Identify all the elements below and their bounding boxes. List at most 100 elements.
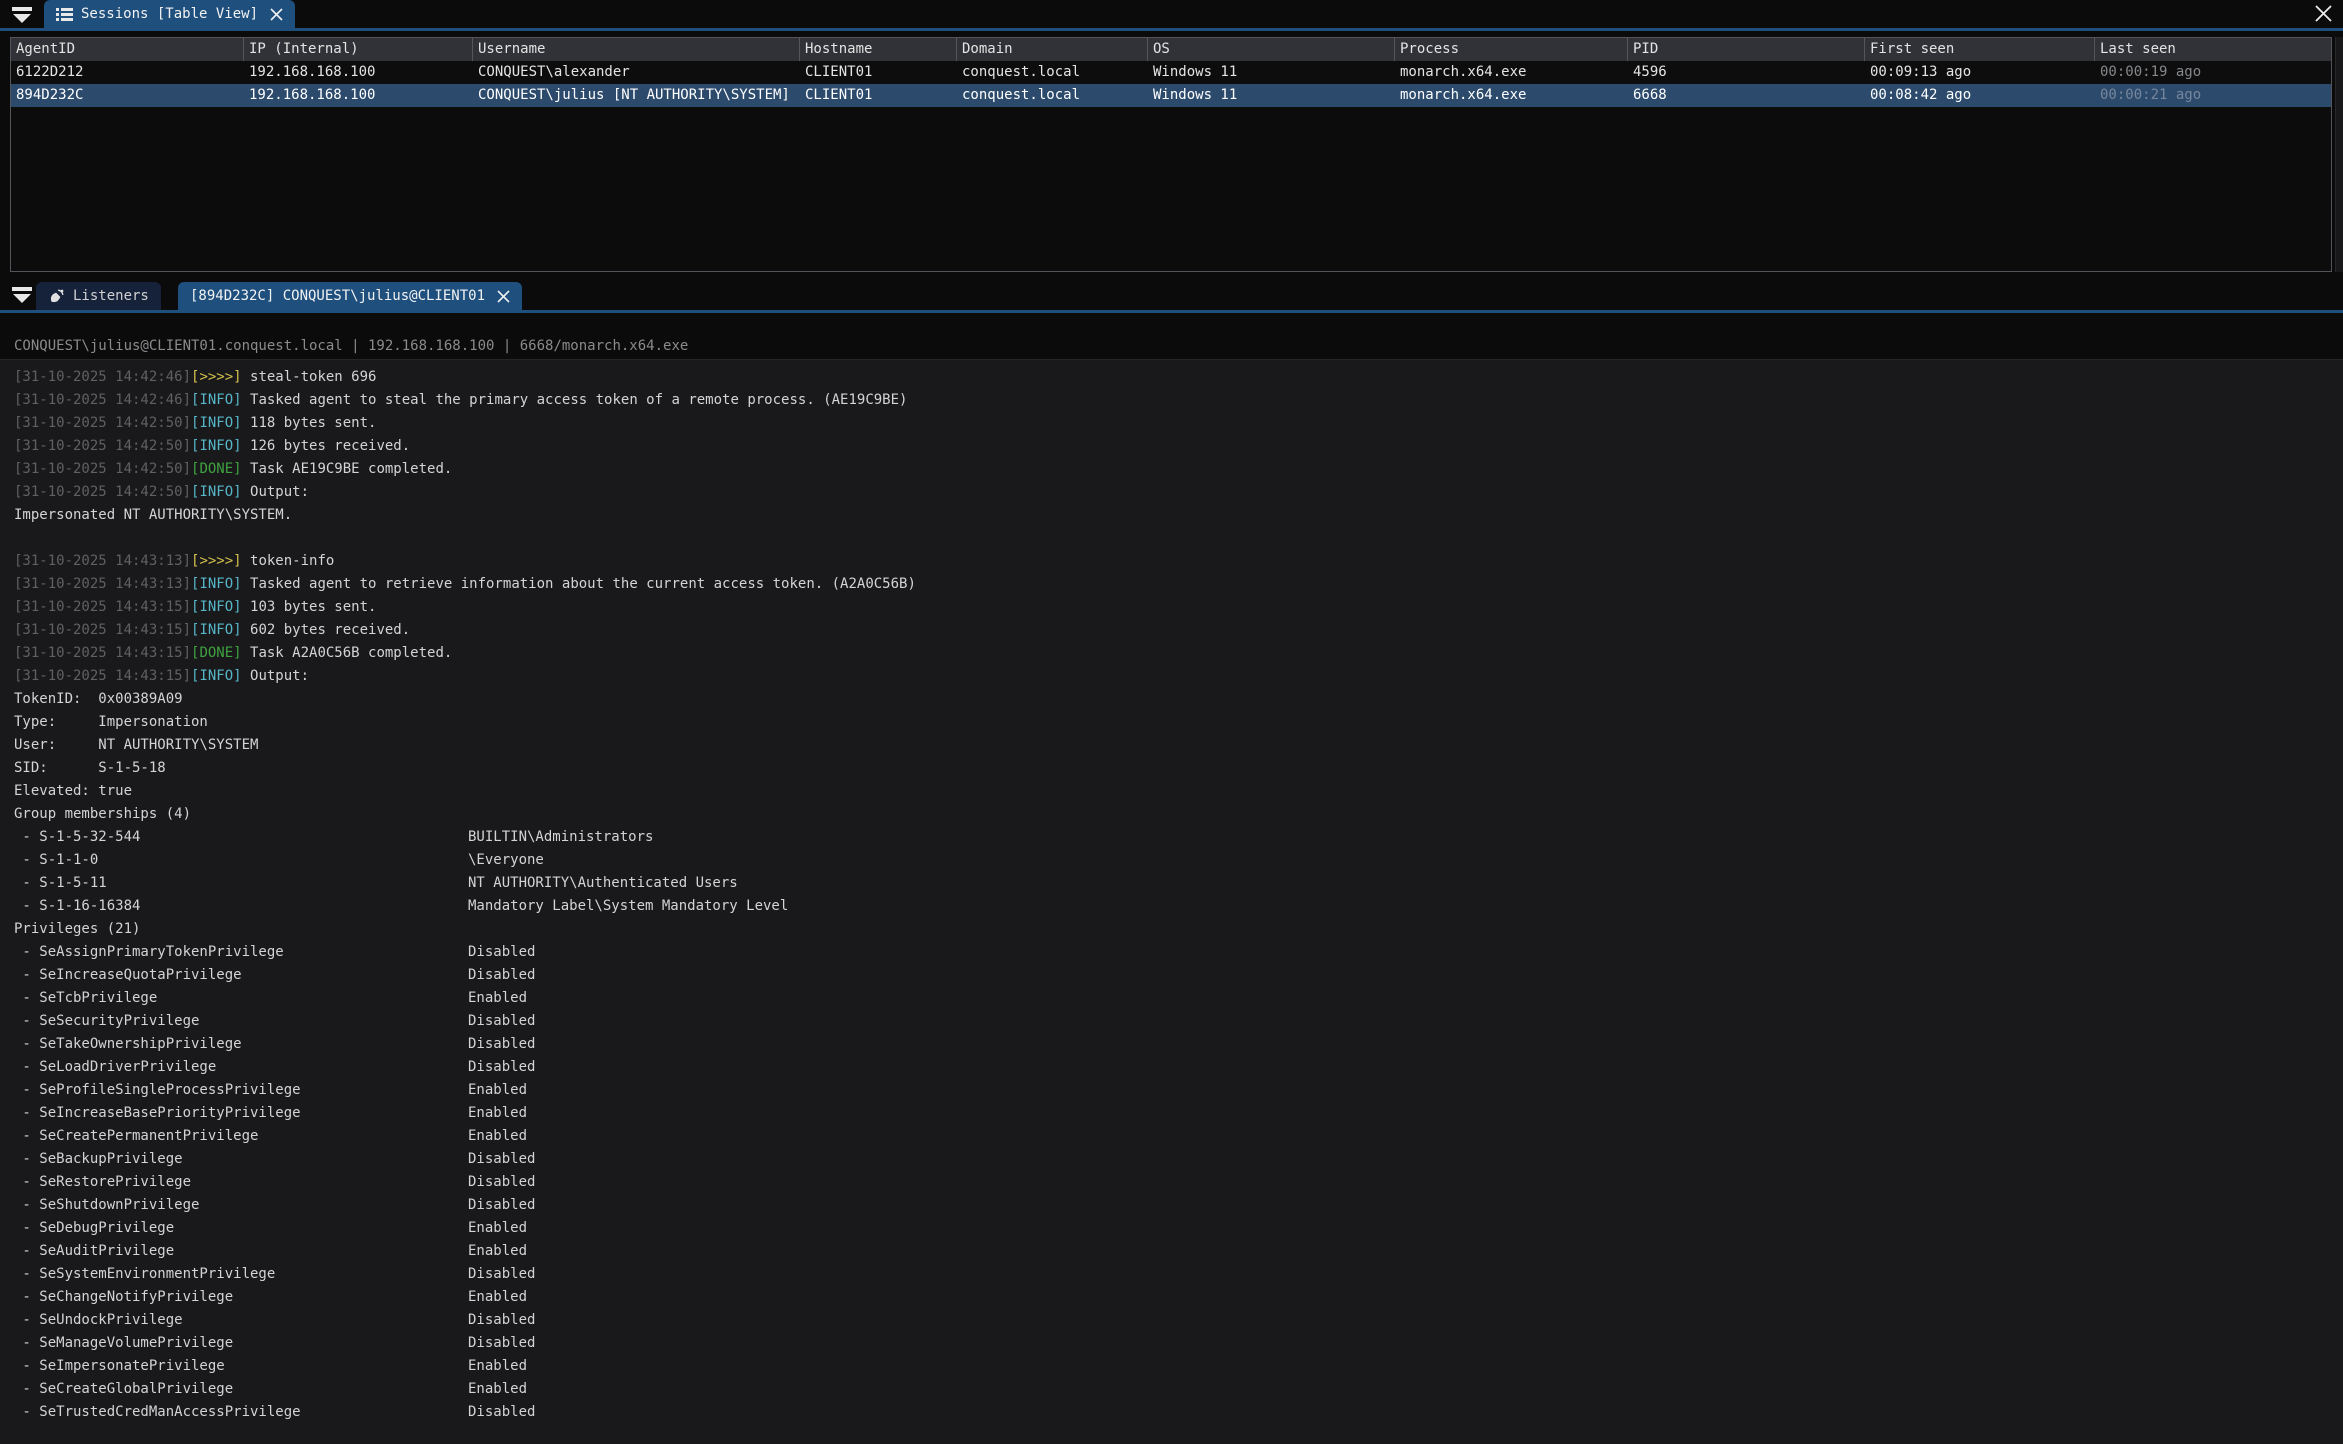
header-cell: Hostname <box>800 38 957 61</box>
console-line: Group memberships (4) <box>14 803 2333 826</box>
table-cell: monarch.x64.exe <box>1395 61 1628 84</box>
table-cell: 4596 <box>1628 61 1865 84</box>
console-line: - SeProfileSingleProcessPrivilegeEnabled <box>14 1079 2333 1102</box>
console-line: [31-10-2025 14:42:46][>>>>] steal-token … <box>14 366 2333 389</box>
table-cell: conquest.local <box>957 84 1148 107</box>
sessions-table: AgentIDIP (Internal)UsernameHostnameDoma… <box>10 37 2332 272</box>
console-line: - SeIncreaseQuotaPrivilegeDisabled <box>14 964 2333 987</box>
tab-session-console[interactable]: [894D232C] CONQUEST\julius@CLIENT01 <box>178 282 522 310</box>
sessions-tabbar: Sessions [Table View] <box>0 0 2343 28</box>
console-line: Elevated: true <box>14 780 2333 803</box>
console-line: [31-10-2025 14:43:15][DONE] Task A2A0C56… <box>14 642 2333 665</box>
header-cell: PID <box>1628 38 1865 61</box>
table-cell: 6668 <box>1628 84 1865 107</box>
console-line: [31-10-2025 14:43:15][INFO] Output: <box>14 665 2333 688</box>
table-cell: 894D232C <box>11 84 244 107</box>
console-line: User: NT AUTHORITY\SYSTEM <box>14 734 2333 757</box>
table-scrollbar[interactable] <box>2335 37 2343 272</box>
header-cell: Process <box>1395 38 1628 61</box>
console-line: - SeTcbPrivilegeEnabled <box>14 987 2333 1010</box>
console-line: TokenID: 0x00389A09 <box>14 688 2333 711</box>
table-cell: 00:09:13 ago <box>1865 61 2095 84</box>
satellite-icon <box>48 288 65 305</box>
console-line: - SeLoadDriverPrivilegeDisabled <box>14 1056 2333 1079</box>
console-line: - S-1-1-0\Everyone <box>14 849 2333 872</box>
header-cell: Domain <box>957 38 1148 61</box>
tab-close-icon[interactable] <box>270 8 283 21</box>
console-line: [31-10-2025 14:42:50][INFO] 118 bytes se… <box>14 412 2333 435</box>
console-line: - SeChangeNotifyPrivilegeEnabled <box>14 1286 2333 1309</box>
table-cell: Windows 11 <box>1148 61 1395 84</box>
console-line: - SeRestorePrivilegeDisabled <box>14 1171 2333 1194</box>
tab-close-icon[interactable] <box>497 290 510 303</box>
table-cell: 192.168.168.100 <box>244 84 473 107</box>
filter-funnel-button[interactable] <box>8 4 36 26</box>
tab-listeners[interactable]: Listeners <box>36 282 161 310</box>
console-line: [31-10-2025 14:42:50][INFO] 126 bytes re… <box>14 435 2333 458</box>
tabbar-underline <box>0 28 2343 31</box>
console-tabbar: Listeners [894D232C] CONQUEST\julius@CLI… <box>0 282 2343 310</box>
console-line: - S-1-5-11NT AUTHORITY\Authenticated Use… <box>14 872 2333 895</box>
table-row[interactable]: 894D232C192.168.168.100CONQUEST\julius [… <box>11 84 2331 107</box>
funnel-icon <box>12 287 32 304</box>
console-line: [31-10-2025 14:43:15][INFO] 602 bytes re… <box>14 619 2333 642</box>
console-line: [31-10-2025 14:42:50][DONE] Task AE19C9B… <box>14 458 2333 481</box>
header-cell: First seen <box>1865 38 2095 61</box>
table-cell: monarch.x64.exe <box>1395 84 1628 107</box>
header-cell: OS <box>1148 38 1395 61</box>
console-line: - S-1-16-16384Mandatory Label\System Man… <box>14 895 2333 918</box>
console-line: SID: S-1-5-18 <box>14 757 2333 780</box>
console-line: - SeIncreaseBasePriorityPrivilegeEnabled <box>14 1102 2333 1125</box>
console-line: - SeAssignPrimaryTokenPrivilegeDisabled <box>14 941 2333 964</box>
console-header: CONQUEST\julius@CLIENT01.conquest.local … <box>0 313 2343 360</box>
sessions-table-body: 6122D212192.168.168.100CONQUEST\alexande… <box>11 61 2331 107</box>
console-line: Privileges (21) <box>14 918 2333 941</box>
console-line: - SeSystemEnvironmentPrivilegeDisabled <box>14 1263 2333 1286</box>
console-lines: [31-10-2025 14:42:46][>>>>] steal-token … <box>14 366 2333 1424</box>
table-cell: CLIENT01 <box>800 61 957 84</box>
table-cell: CONQUEST\julius [NT AUTHORITY\SYSTEM] <box>473 84 800 107</box>
console-line: - SeImpersonatePrivilegeEnabled <box>14 1355 2333 1378</box>
console-line: - SeDebugPrivilegeEnabled <box>14 1217 2333 1240</box>
console-line: - SeTakeOwnershipPrivilegeDisabled <box>14 1033 2333 1056</box>
header-cell: Username <box>473 38 800 61</box>
sessions-table-header: AgentIDIP (Internal)UsernameHostnameDoma… <box>11 38 2331 61</box>
table-cell: CLIENT01 <box>800 84 957 107</box>
console-line: - SeUndockPrivilegeDisabled <box>14 1309 2333 1332</box>
table-cell: 00:08:42 ago <box>1865 84 2095 107</box>
table-list-icon <box>56 7 73 22</box>
console-line: - SeCreatePermanentPrivilegeEnabled <box>14 1125 2333 1148</box>
console-line: - SeCreateGlobalPrivilegeEnabled <box>14 1378 2333 1401</box>
console-line: - SeAuditPrivilegeEnabled <box>14 1240 2333 1263</box>
table-cell: 6122D212 <box>11 61 244 84</box>
console-output[interactable]: [31-10-2025 14:42:46][>>>>] steal-token … <box>0 360 2343 1444</box>
console-line: - SeBackupPrivilegeDisabled <box>14 1148 2333 1171</box>
console-line: Type: Impersonation <box>14 711 2333 734</box>
filter-funnel-button-bottom[interactable] <box>8 284 36 306</box>
header-cell: AgentID <box>11 38 244 61</box>
table-header-row: AgentIDIP (Internal)UsernameHostnameDoma… <box>11 38 2331 61</box>
console-line: [31-10-2025 14:43:15][INFO] 103 bytes se… <box>14 596 2333 619</box>
console-line: - SeSecurityPrivilegeDisabled <box>14 1010 2333 1033</box>
window-close-button[interactable] <box>2311 2 2335 24</box>
session-info-line: CONQUEST\julius@CLIENT01.conquest.local … <box>14 338 688 354</box>
console-line: [31-10-2025 14:42:50][INFO] Output: <box>14 481 2333 504</box>
table-cell: 00:00:21 ago <box>2095 84 2331 107</box>
conquest-c2-window: Sessions [Table View] AgentIDIP (Interna… <box>0 0 2343 1444</box>
console-line: - SeManageVolumePrivilegeDisabled <box>14 1332 2333 1355</box>
console-line: [31-10-2025 14:43:13][>>>>] token-info <box>14 550 2333 573</box>
console-line <box>14 527 2333 550</box>
funnel-icon <box>12 7 32 24</box>
console-line: - S-1-5-32-544BUILTIN\Administrators <box>14 826 2333 849</box>
header-cell: Last seen <box>2095 38 2331 61</box>
console-line: - SeShutdownPrivilegeDisabled <box>14 1194 2333 1217</box>
console-line: Impersonated NT AUTHORITY\SYSTEM. <box>14 504 2333 527</box>
tab-label: Sessions [Table View] <box>81 6 258 22</box>
tab-label: Listeners <box>73 288 149 304</box>
tab-sessions-table-view[interactable]: Sessions [Table View] <box>44 0 295 28</box>
table-row[interactable]: 6122D212192.168.168.100CONQUEST\alexande… <box>11 61 2331 84</box>
console-line: [31-10-2025 14:43:13][INFO] Tasked agent… <box>14 573 2333 596</box>
table-cell: 00:00:19 ago <box>2095 61 2331 84</box>
table-cell: 192.168.168.100 <box>244 61 473 84</box>
table-cell: Windows 11 <box>1148 84 1395 107</box>
